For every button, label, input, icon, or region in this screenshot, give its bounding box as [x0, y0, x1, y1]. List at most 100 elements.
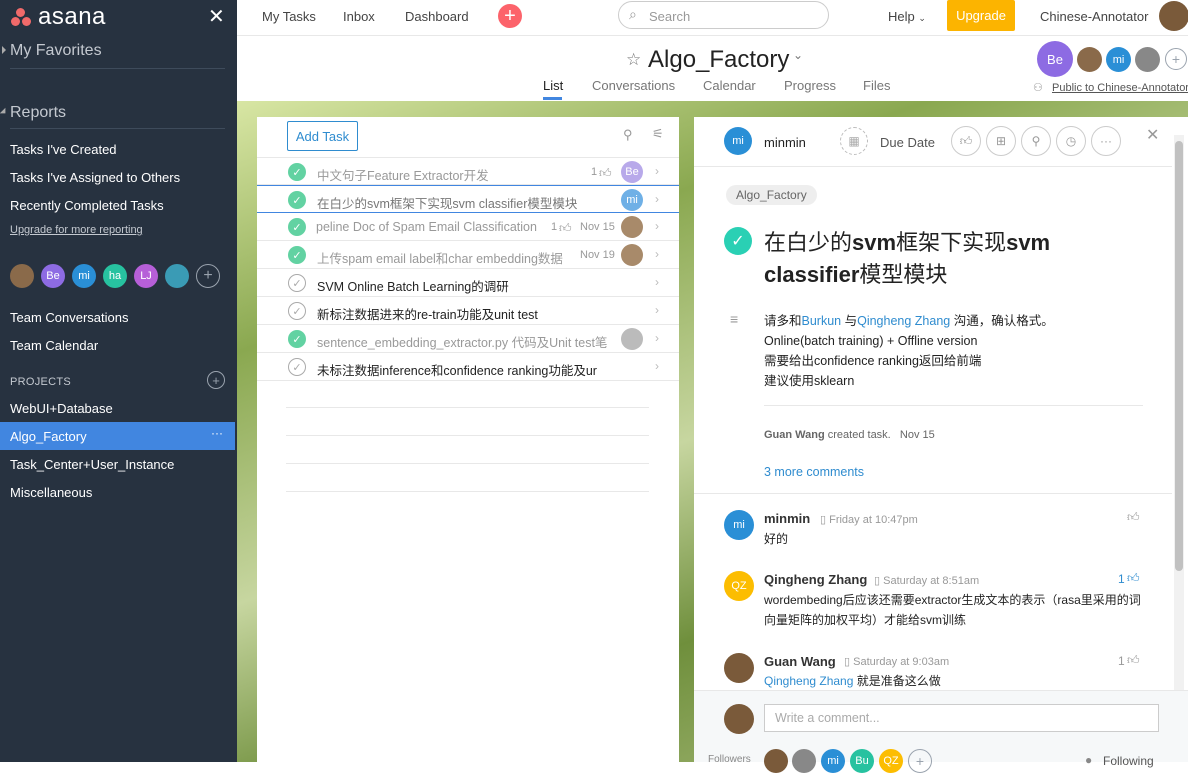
check-icon[interactable]: ✓ [288, 330, 306, 348]
member-avatar[interactable]: mi [1106, 47, 1131, 72]
avatar[interactable] [165, 264, 189, 288]
chevron-right-icon[interactable]: › [655, 359, 659, 373]
member-avatar[interactable] [1135, 47, 1160, 72]
sidebar-item-team-calendar[interactable]: Team Calendar [10, 338, 98, 353]
user-avatar[interactable] [1159, 1, 1188, 31]
sidebar-item-recently-completed[interactable]: Recently Completed Tasks [10, 198, 164, 213]
empty-row[interactable] [286, 491, 649, 492]
avatar[interactable]: LJ [134, 264, 158, 288]
chevron-right-icon[interactable]: › [655, 275, 659, 289]
completed-check-icon[interactable]: ✓ [724, 227, 752, 255]
asana-logo[interactable]: asana [10, 3, 106, 31]
table-row[interactable]: ✓ sentence_embedding_extractor.py 代码及Uni… [257, 325, 679, 353]
tab-progress[interactable]: Progress [784, 78, 836, 93]
nav-inbox[interactable]: Inbox [343, 9, 375, 24]
my-favorites-heading[interactable]: My Favorites [10, 42, 102, 60]
like-icon[interactable]: 👍︎ [951, 126, 981, 156]
visibility-link[interactable]: Public to Chinese-Annotator [1052, 82, 1188, 94]
check-icon[interactable]: ✓ [288, 163, 306, 181]
sidebar-item-project[interactable]: Task_Center+User_Instance [10, 457, 174, 472]
task-name[interactable]: SVM Online Batch Learning的调研 [317, 276, 609, 295]
user-name[interactable]: Chinese-Annotator [1040, 9, 1148, 24]
tab-conversations[interactable]: Conversations [592, 78, 675, 93]
chevron-right-icon[interactable]: › [655, 331, 659, 345]
caret-down-icon[interactable] [0, 107, 9, 117]
nav-dashboard[interactable]: Dashboard [405, 9, 469, 24]
sidebar-item-team-conversations[interactable]: Team Conversations [10, 310, 129, 325]
comment-author[interactable]: Guan Wang [764, 654, 836, 669]
assignee-avatar[interactable] [621, 216, 643, 238]
chevron-right-icon[interactable]: › [655, 219, 659, 233]
follower-avatar[interactable]: Bu [850, 749, 874, 773]
chevron-right-icon[interactable]: › [655, 303, 659, 317]
comment-author[interactable]: Qingheng Zhang [764, 572, 867, 587]
task-name[interactable]: peline Doc of Spam Email Classification [316, 220, 546, 234]
thumbs-up-icon[interactable]: 👍︎ [599, 166, 612, 181]
help-menu[interactable]: Help ⌄ [888, 9, 926, 24]
follower-avatar[interactable] [764, 749, 788, 773]
person-icon[interactable]: ⚲ [623, 127, 633, 143]
assignee-avatar[interactable]: mi [621, 189, 643, 211]
close-icon[interactable]: ✕ [1146, 125, 1159, 145]
add-member-icon[interactable]: + [196, 264, 220, 288]
task-name[interactable]: 中文句子Feature Extractor开发 [317, 165, 609, 184]
assignee-name[interactable]: minmin [764, 135, 806, 150]
task-name[interactable]: sentence_embedding_extractor.py 代码及Unit … [317, 332, 609, 351]
due-date[interactable]: Nov 19 [580, 249, 615, 261]
empty-row[interactable] [286, 435, 649, 436]
add-member-icon[interactable]: + [1165, 48, 1187, 70]
tab-files[interactable]: Files [863, 78, 890, 93]
table-row[interactable]: ✓ peline Doc of Spam Email Classificatio… [257, 213, 679, 241]
subtask-icon[interactable]: ⊞ [986, 126, 1016, 156]
empty-row[interactable] [286, 463, 649, 464]
task-name[interactable]: 上传spam email label和char embedding数据 [317, 248, 572, 267]
tab-calendar[interactable]: Calendar [703, 78, 756, 93]
task-title[interactable]: 在白少的svm框架下实现svm classifier模型模块 [764, 227, 1094, 291]
avatar[interactable]: ha [103, 264, 127, 288]
attachment-icon[interactable]: ⚲ [1021, 126, 1051, 156]
bell-icon[interactable]: ● [1085, 753, 1092, 767]
add-follower-icon[interactable]: + [908, 749, 932, 773]
tab-list[interactable]: List [543, 78, 563, 93]
task-name[interactable]: 未标注数据inference和confidence ranking功能及ur [317, 360, 609, 379]
table-row[interactable]: ✓ 未标注数据inference和confidence ranking功能及ur… [257, 353, 679, 381]
assignee-avatar[interactable]: Be [621, 161, 643, 183]
project-more-icon[interactable]: ··· [211, 426, 223, 440]
add-task-button[interactable]: Add Task [287, 121, 358, 151]
calendar-icon[interactable]: ▦ [840, 127, 868, 155]
thumbs-up-icon[interactable]: 👍︎ [1127, 510, 1140, 525]
mention-link[interactable]: Burkun [802, 314, 842, 328]
upgrade-button[interactable]: Upgrade [947, 0, 1015, 31]
chevron-right-icon[interactable]: › [655, 192, 659, 206]
mention-link[interactable]: Qingheng Zhang [764, 674, 853, 688]
search-input[interactable]: ⌕ Search [618, 1, 829, 29]
timer-icon[interactable]: ◷ [1056, 126, 1086, 156]
assignee-avatar[interactable] [621, 244, 643, 266]
comment-input[interactable]: Write a comment... [764, 704, 1159, 732]
table-row[interactable]: ✓ SVM Online Batch Learning的调研 › [257, 269, 679, 297]
table-row[interactable]: ✓ 新标注数据进来的re-train功能及unit test › [257, 297, 679, 325]
avatar[interactable]: mi [72, 264, 96, 288]
thumbs-up-icon[interactable]: 👍︎ [1127, 653, 1140, 668]
quick-add-button[interactable]: + [498, 4, 522, 28]
task-description[interactable]: 请多和Burkun 与Qingheng Zhang 沟通，确认格式。 Onlin… [764, 311, 1054, 391]
following-toggle[interactable]: Following [1103, 754, 1154, 768]
check-icon[interactable]: ✓ [288, 218, 306, 236]
sidebar-item-project[interactable]: Miscellaneous [10, 485, 92, 500]
close-sidebar-icon[interactable]: ✕ [208, 4, 225, 29]
check-icon[interactable]: ✓ [288, 274, 306, 292]
follower-avatar[interactable]: QZ [879, 749, 903, 773]
chevron-down-icon[interactable]: ⌄ [793, 48, 803, 62]
nav-my-tasks[interactable]: My Tasks [262, 9, 316, 24]
reports-heading[interactable]: Reports [10, 104, 66, 122]
star-icon[interactable]: ☆ [626, 50, 641, 70]
story-author[interactable]: Guan Wang [764, 429, 825, 441]
project-title[interactable]: Algo_Factory [648, 46, 789, 74]
table-row[interactable]: ✓ 上传spam email label和char embedding数据 No… [257, 241, 679, 269]
check-icon[interactable]: ✓ [288, 246, 306, 264]
sidebar-item-tasks-assigned[interactable]: Tasks I've Assigned to Others [10, 170, 180, 185]
task-name[interactable]: 新标注数据进来的re-train功能及unit test [317, 304, 609, 323]
check-icon[interactable]: ✓ [288, 191, 306, 209]
check-icon[interactable]: ✓ [288, 358, 306, 376]
more-comments-link[interactable]: 3 more comments [764, 465, 864, 479]
